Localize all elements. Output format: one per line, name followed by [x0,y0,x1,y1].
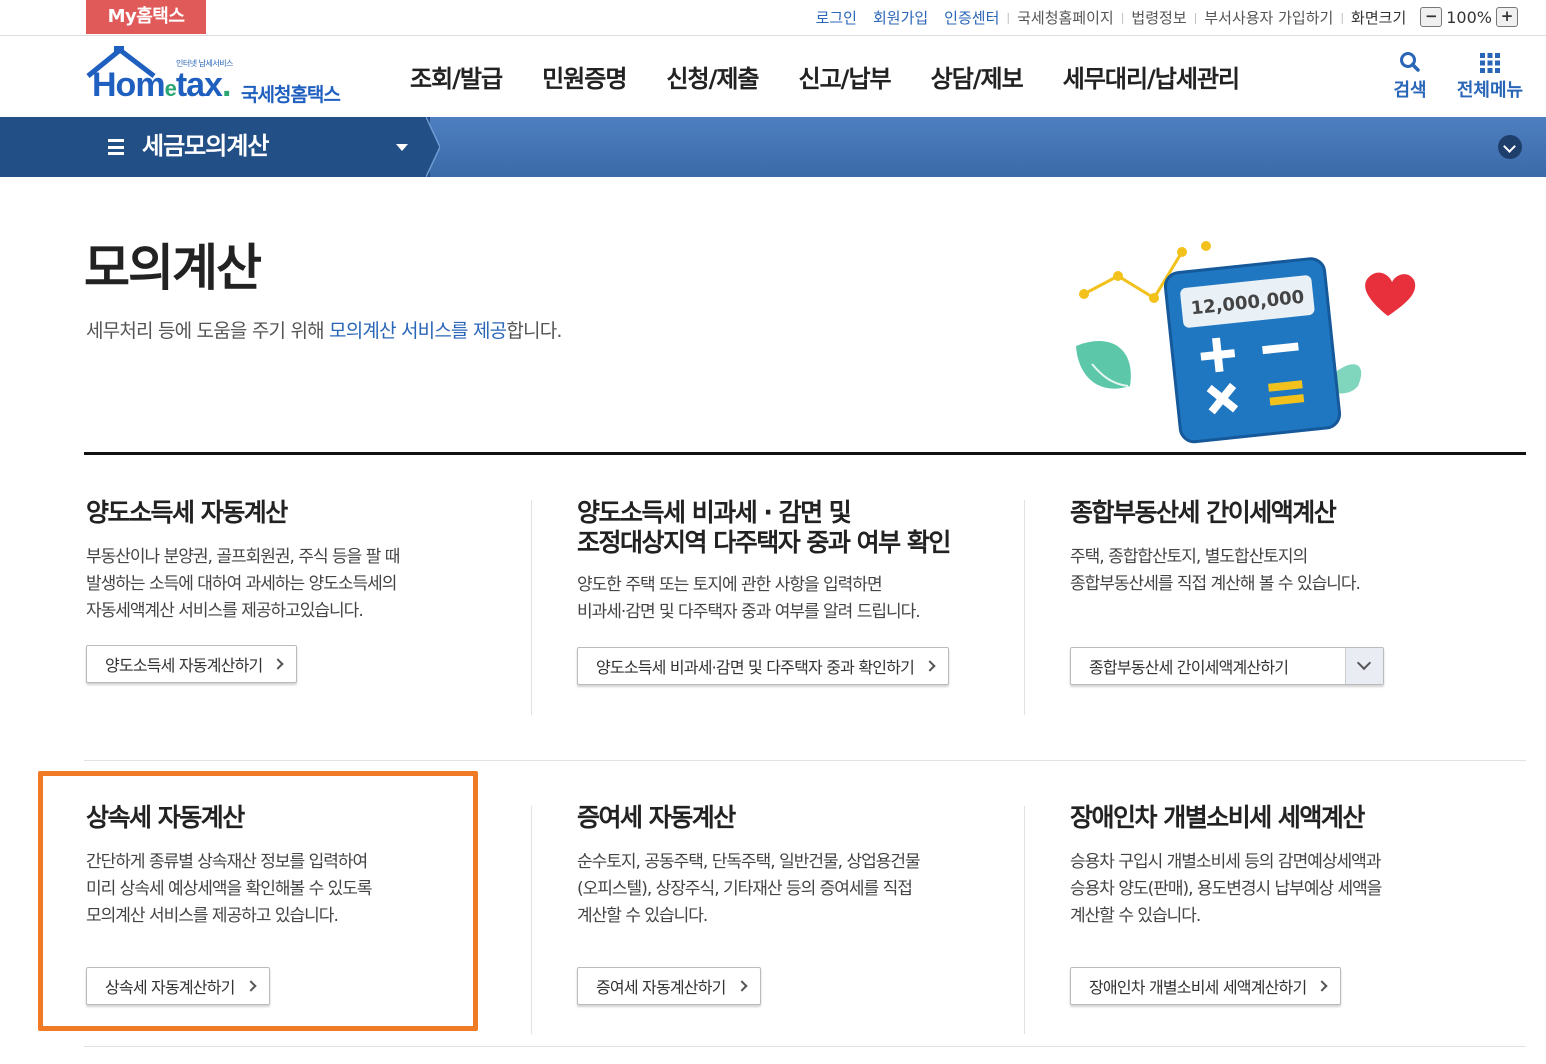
nav-tax-agent[interactable]: 세무대리/납세관리 [1063,59,1240,94]
divider: | [1193,10,1198,24]
nav-civil-certificate[interactable]: 민원증명 [542,59,627,94]
card-title: 양도소득세 비과세 · 감면 및 조정대상지역 다주택자 중과 여부 확인 [577,498,951,557]
signup-link[interactable]: 회원가입 [873,7,928,28]
card-description: 부동산이나 분양권, 골프회원권, 주식 등을 팔 때 발생하는 소득에 대하여… [86,547,400,621]
site-header: 인터넷 납세서비스 Hometax. 국세청홈택스 조회/발급 민원증명 신청/… [0,36,1546,117]
chevron-right-icon [1316,980,1329,992]
chevron-down-icon[interactable] [1498,135,1522,159]
row-divider [84,760,1526,761]
all-menu-button[interactable]: 전체메뉴 [1452,50,1528,102]
zoom-out-button[interactable]: − [1420,7,1443,27]
column-divider [531,806,532,1034]
login-link[interactable]: 로그인 [816,7,857,28]
dept-user-signup-link[interactable]: 부서사용자 가입하기 [1204,7,1333,28]
gift-tax-auto-calc-button[interactable]: 증여세 자동계산하기 [577,967,761,1005]
sub-navigation-bar: 세금모의계산 [0,117,1546,177]
column-divider [531,500,532,715]
nav-report-pay[interactable]: 신고/납부 [799,59,892,94]
column-divider [1024,806,1025,1034]
card-disabled-vehicle-excise-tax: 장애인차 개별소비세 세액계산 승용차 구입시 개별소비세 등의 감면예상세액과… [1070,803,1510,1005]
divider: | [1006,10,1011,24]
comprehensive-property-tax-button[interactable]: 종합부동산세 간이세액계산하기 [1070,647,1384,685]
utility-links: 로그인 회원가입 인증센터 | 국세청홈페이지 | 법령정보 | 부서사용자 가… [816,0,1518,34]
nav-apply-submit[interactable]: 신청/제출 [666,59,759,94]
all-menu-label: 전체메뉴 [1456,80,1524,101]
card-description: 양도한 주택 또는 토지에 관한 사항을 입력하면 비과세·감면 및 다주택자 … [577,575,921,622]
capital-gains-exemption-check-button[interactable]: 양도소득세 비과세·감면 및 다주택자 중과 확인하기 [577,647,950,685]
card-title: 양도소득세 자동계산 [86,498,288,527]
main-navigation: 조회/발급 민원증명 신청/제출 신고/납부 상담/제보 세무대리/납세관리 [390,36,1259,117]
law-info-link[interactable]: 법령정보 [1131,7,1186,28]
nav-inquiry-issue[interactable]: 조회/발급 [410,59,503,94]
top-utility-bar: My홈택스 로그인 회원가입 인증센터 | 국세청홈페이지 | 법령정보 | 부… [0,0,1546,36]
divider: | [1120,10,1125,24]
card-title: 증여세 자동계산 [577,803,736,832]
divider: | [1340,10,1345,24]
logo-wordmark: Hometax. [92,66,231,104]
column-divider [1024,500,1025,715]
zoom-control: − 100% + [1420,7,1518,27]
card-capital-gains-exemption-check: 양도소득세 비과세 · 감면 및 조정대상지역 다주택자 중과 여부 확인 양도한… [577,498,1017,698]
zoom-value: 100% [1446,7,1492,27]
card-description: 승용차 구입시 개별소비세 등의 감면예상세액과 승용차 양도(판매), 용도변… [1070,852,1382,926]
card-gift-tax-auto-calc: 증여세 자동계산 순수토지, 공동주택, 단독주택, 일반건물, 상업용건물 (… [577,803,1017,1005]
chevron-right-icon [735,980,748,992]
section-divider [84,452,1526,455]
hamburger-icon [108,139,124,155]
page-description: 세무처리 등에 도움을 주기 위해 모의계산 서비스를 제공합니다. [86,320,562,342]
chevron-right-icon [272,658,285,670]
section-menu-title[interactable]: 세금모의계산 [142,117,269,175]
card-comprehensive-property-tax: 종합부동산세 간이세액계산 주택, 종합합산토지, 별도합산토지의 종합부동산세… [1070,498,1510,698]
disabled-vehicle-excise-tax-button[interactable]: 장애인차 개별소비세 세액계산하기 [1070,967,1342,1005]
chevron-right-icon [924,660,936,672]
selection-highlight-box [38,771,478,1031]
page-title: 모의계산 [84,239,262,297]
my-hometax-tab[interactable]: My홈택스 [86,0,206,34]
row-divider [84,1046,1526,1047]
nav-consult-report[interactable]: 상담/제보 [931,59,1024,94]
card-description: 순수토지, 공동주택, 단독주택, 일반건물, 상업용건물 (오피스텔), 상장… [577,852,921,926]
card-title: 장애인차 개별소비세 세액계산 [1070,803,1365,832]
search-icon [1400,52,1420,72]
nts-homepage-link[interactable]: 국세청홈페이지 [1017,7,1114,28]
calculator-illustration: 12,000,000 [1076,241,1416,444]
search-label: 검색 [1393,80,1427,101]
screen-size-label: 화면크기 [1351,8,1407,27]
card-capital-gains-auto-calc: 양도소득세 자동계산 부동산이나 분양권, 골프회원권, 주식 등을 팔 때 발… [86,498,526,698]
chevron-down-icon[interactable] [1345,648,1383,684]
zoom-in-button[interactable]: + [1496,7,1518,27]
logo-korean-name: 국세청홈택스 [241,84,341,106]
caret-down-icon[interactable] [396,144,408,151]
capital-gains-auto-calc-button[interactable]: 양도소득세 자동계산하기 [86,645,298,683]
hometax-logo[interactable]: 인터넷 납세서비스 Hometax. 국세청홈택스 [84,44,364,110]
card-description: 주택, 종합합산토지, 별도합산토지의 종합부동산세를 직접 계산해 볼 수 있… [1070,547,1361,594]
cert-center-link[interactable]: 인증센터 [944,7,999,28]
grid-menu-icon [1480,53,1500,73]
card-title: 종합부동산세 간이세액계산 [1070,498,1337,527]
search-button[interactable]: 검색 [1388,50,1432,102]
